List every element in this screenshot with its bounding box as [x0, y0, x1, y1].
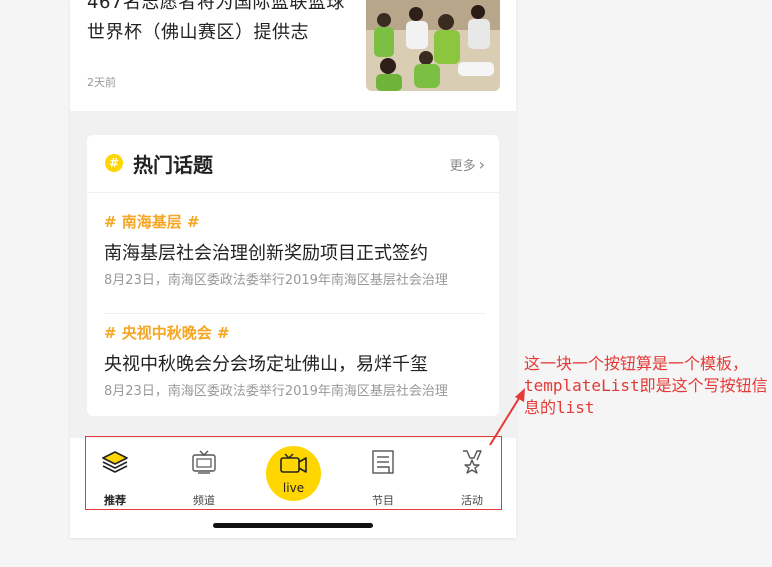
more-label: 更多 — [449, 159, 476, 174]
annotation-highlight-box — [85, 436, 502, 510]
chevron-right-icon: › — [478, 155, 485, 174]
topic-summary: 8月23日，南海区委政法委举行2019年南海区基层社会治理 — [104, 273, 448, 288]
topic-headline[interactable]: 央视中秋晚会分会场定址佛山，易烊千玺 — [104, 350, 428, 376]
hot-topics-header: # 热门话题 更多 › — [87, 135, 499, 193]
topic-item[interactable]: # 南海基层 # 南海基层社会治理创新奖励项目正式签约 8月23日，南海区委政法… — [104, 203, 486, 314]
more-link[interactable]: 更多 › — [449, 155, 485, 175]
news-time: 2天前 — [87, 76, 116, 89]
topic-tag[interactable]: # 央视中秋晚会 # — [104, 322, 230, 343]
topic-summary: 8月23日，南海区委政法委举行2019年南海区基层社会治理 — [104, 384, 448, 399]
home-indicator — [213, 523, 373, 528]
hot-topics-panel: # 热门话题 更多 › # 南海基层 # 南海基层社会治理创新奖励项目正式签约 8… — [87, 135, 499, 416]
topic-item[interactable]: # 央视中秋晚会 # 央视中秋晚会分会场定址佛山，易烊千玺 8月23日，南海区委… — [104, 314, 486, 424]
hot-topics-title: 热门话题 — [133, 153, 213, 177]
news-title[interactable]: 467名志愿者将为国际篮联篮球世界杯（佛山赛区）提供志 — [87, 0, 349, 48]
news-thumbnail[interactable] — [366, 0, 500, 91]
annotation-text: 这一块一个按钮算是一个模板，templateList即是这个写按钮信息的list — [524, 354, 768, 417]
hash-icon: # — [105, 154, 123, 172]
topic-tag[interactable]: # 南海基层 # — [104, 211, 200, 232]
topic-headline[interactable]: 南海基层社会治理创新奖励项目正式签约 — [104, 239, 428, 265]
news-card[interactable]: 467名志愿者将为国际篮联篮球世界杯（佛山赛区）提供志 2天前 — [70, 0, 516, 111]
